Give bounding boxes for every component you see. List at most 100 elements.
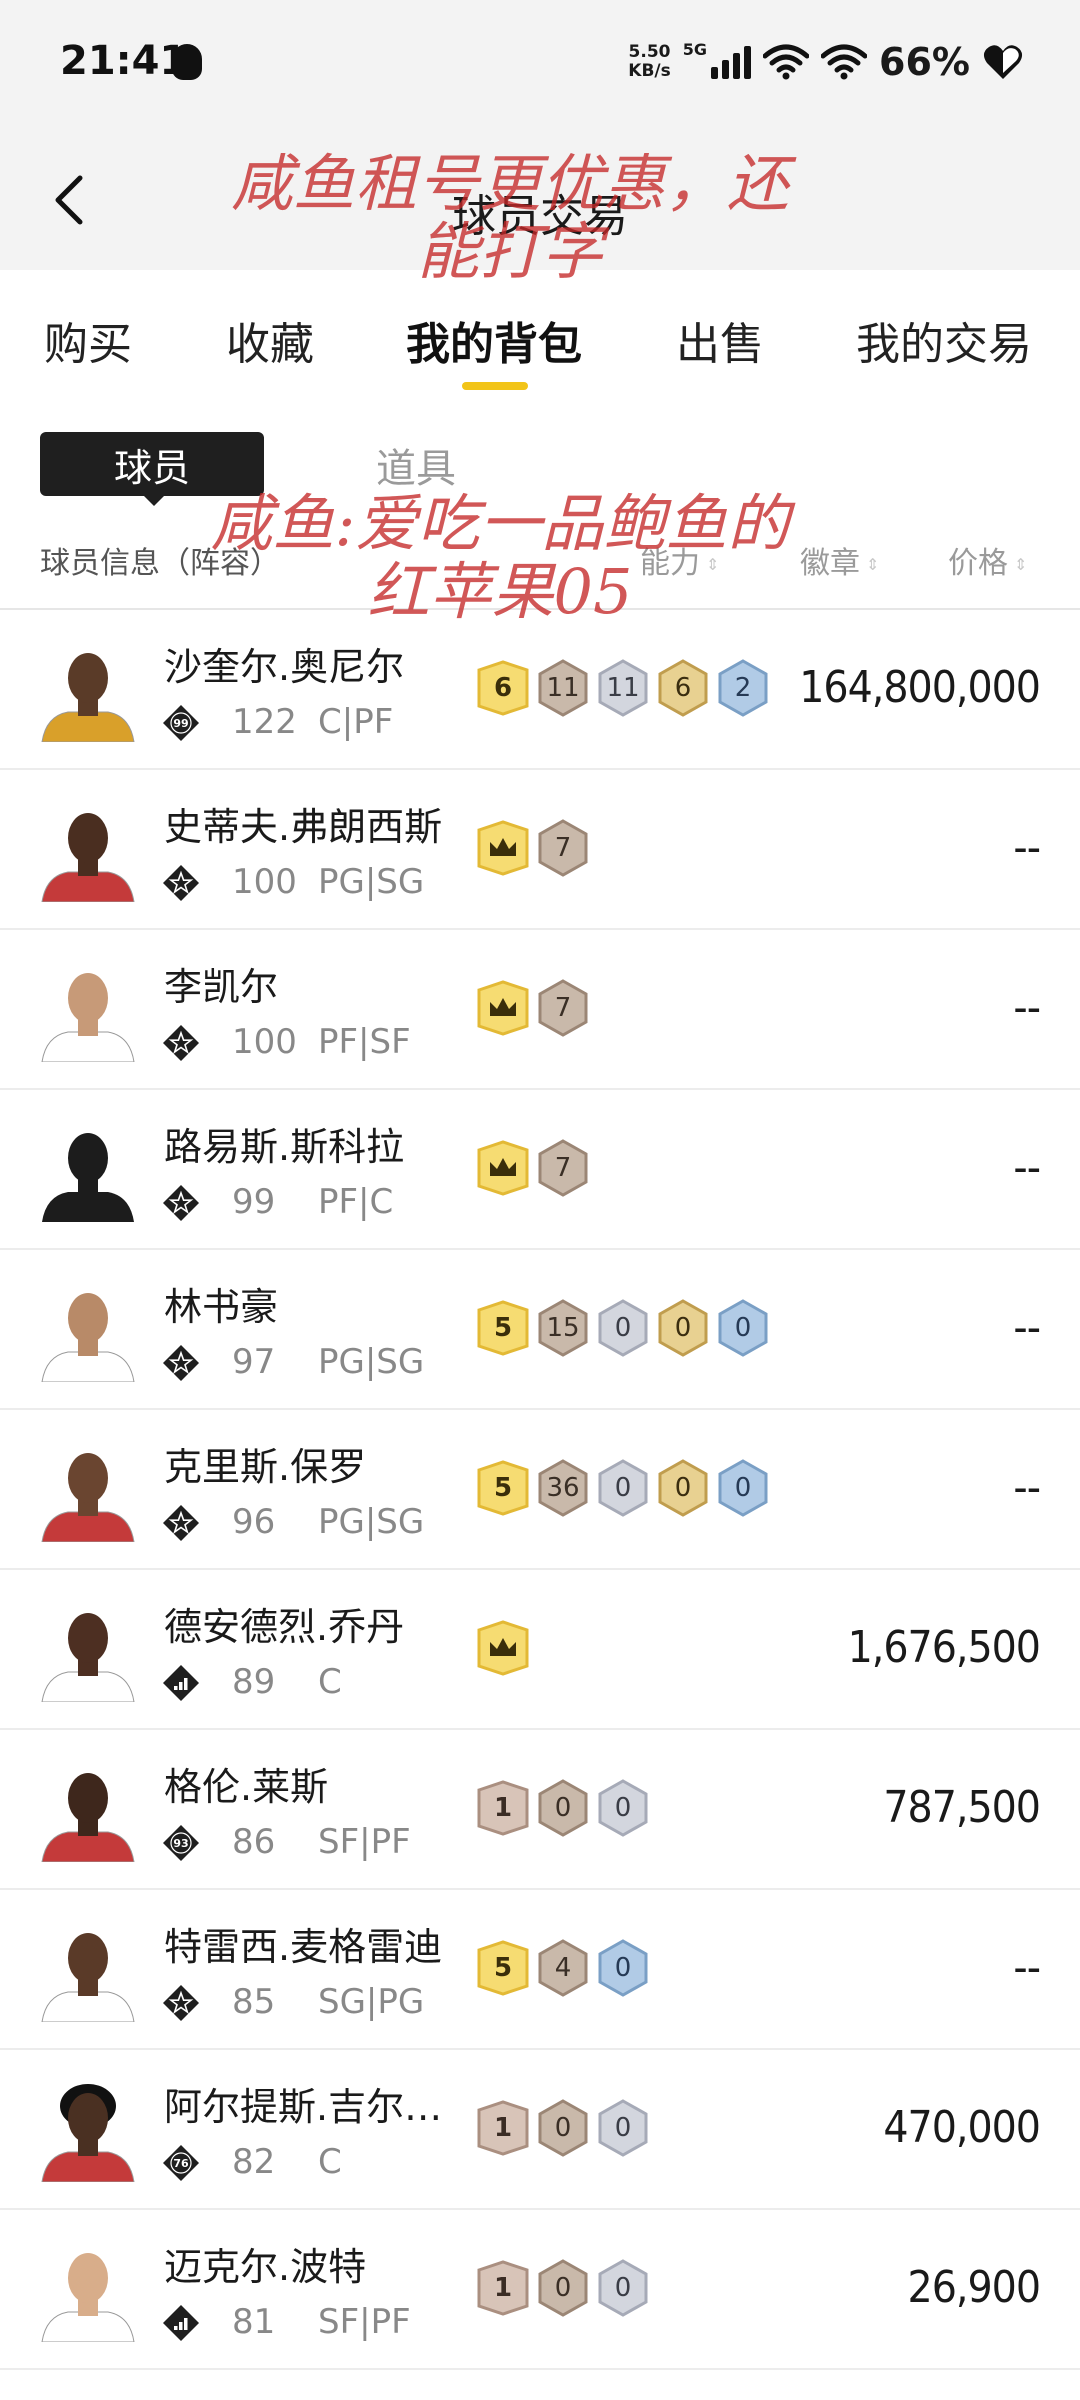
player-avatar <box>41 2253 135 2342</box>
player-row[interactable]: 格伦.莱斯 93 86 SF|PF 1 0 0 787,500 <box>0 1730 1080 1890</box>
player-row[interactable]: 迈克尔.波特 81 SF|PF 1 0 0 26,900 <box>0 2210 1080 2370</box>
battery-level: 66% <box>879 40 970 84</box>
bronze-badge: 7 <box>536 818 590 878</box>
tab-buy[interactable]: 购买 <box>44 308 132 372</box>
player-price: 26,900 <box>907 2262 1041 2313</box>
player-row[interactable]: 李凯尔 100 PF|SF 7 -- <box>0 930 1080 1090</box>
rating-tier-icon: 93 <box>163 1825 199 1861</box>
column-price[interactable]: 价格 ⇕ <box>948 538 1027 582</box>
player-row[interactable]: 史蒂夫.弗朗西斯 100 PG|SG 7 -- <box>0 770 1080 930</box>
gold-badge: 0 <box>656 1298 710 1358</box>
player-price: -- <box>1013 1942 1041 1993</box>
player-price: -- <box>1013 1302 1041 1353</box>
sort-icon: ⇕ <box>706 554 720 574</box>
player-position: PG|SG <box>318 862 425 902</box>
silver-badge: 0 <box>596 1298 650 1358</box>
star-tier-icon <box>163 865 199 901</box>
nav-bar: 球员交易 <box>0 130 1080 270</box>
badge-group <box>476 1618 530 1678</box>
blue-badge: 0 <box>716 1298 770 1358</box>
tier-rating-text: 99 <box>173 717 188 730</box>
player-row[interactable]: 沙奎尔.奥尼尔 99 122 C|PF 6 11 11 6 2 164,800,000 <box>0 610 1080 770</box>
column-ability[interactable]: 能力 ⇕ <box>640 538 719 582</box>
segment-pointer <box>142 494 166 506</box>
blue-badge: 0 <box>716 1458 770 1518</box>
sort-icon: ⇕ <box>1014 554 1028 574</box>
bars-tier-icon <box>163 1665 199 1701</box>
player-name: 史蒂夫.弗朗西斯 <box>164 805 443 849</box>
player-avatar <box>41 1453 135 1542</box>
segment-players[interactable]: 球员 <box>40 432 264 496</box>
rose-badge: 1 <box>476 1778 530 1838</box>
silver-badge: 0 <box>596 1778 650 1838</box>
segment-items[interactable]: 道具 <box>376 436 456 494</box>
player-row[interactable]: 克里斯.保罗 96 PG|SG 5 36 0 0 0 -- <box>0 1410 1080 1570</box>
player-name: 林书豪 <box>164 1285 279 1329</box>
player-name: 克里斯.保罗 <box>164 1445 367 1489</box>
badge-group: 6 11 11 6 2 <box>476 658 770 718</box>
heart-battery-icon <box>983 45 1023 79</box>
crown-badge-icon <box>476 978 530 1038</box>
badge-group: 7 <box>476 818 590 878</box>
player-overall: 86 <box>232 1822 276 1862</box>
player-row[interactable]: 林书豪 97 PG|SG 5 15 0 0 0 -- <box>0 1250 1080 1410</box>
silver-badge: 0 <box>596 2258 650 2318</box>
column-player-info: 球员信息（阵容） <box>40 546 280 581</box>
player-row[interactable]: 路易斯.斯科拉 99 PF|C 7 -- <box>0 1090 1080 1250</box>
badge-group: 100 <box>476 1778 650 1838</box>
network-speed: 5.50 KB/s <box>628 43 670 81</box>
player-row[interactable]: 德安德烈.乔丹 89 C 1,676,500 <box>0 1570 1080 1730</box>
badge-group: 5 36 0 0 0 <box>476 1458 770 1518</box>
player-avatar <box>41 973 135 1062</box>
bronze-badge: 0 <box>536 1778 590 1838</box>
blue-badge: 0 <box>596 1938 650 1998</box>
rose-badge: 1 <box>476 2258 530 2318</box>
star-tier-icon <box>163 1985 199 2021</box>
network-type: 5G <box>682 40 708 59</box>
rose-badge: 1 <box>476 2098 530 2158</box>
player-position: PF|C <box>318 1182 394 1222</box>
bronze-badge: 36 <box>536 1458 590 1518</box>
player-name: 阿尔提斯.吉尔… <box>164 2085 443 2129</box>
player-overall: 82 <box>232 2142 276 2182</box>
player-avatar <box>41 1293 135 1382</box>
player-price: -- <box>1013 1462 1041 1513</box>
status-time: 21:41 <box>60 38 188 84</box>
main-tabs: 购买 收藏 我的背包 出售 我的交易 <box>0 270 1080 400</box>
silver-badge: 0 <box>596 1458 650 1518</box>
badge-group: 7 <box>476 978 590 1038</box>
tab-favorites[interactable]: 收藏 <box>226 308 314 372</box>
player-position: C|PF <box>318 702 394 742</box>
player-position: PG|SG <box>318 1342 425 1382</box>
tab-sell[interactable]: 出售 <box>676 308 764 372</box>
player-price: 787,500 <box>883 1782 1041 1833</box>
player-position: C <box>318 1662 342 1702</box>
yellow-badge: 6 <box>476 658 530 718</box>
player-price: -- <box>1013 822 1041 873</box>
tier-rating-text: 93 <box>173 1837 188 1850</box>
player-name: 迈克尔.波特 <box>164 2245 367 2289</box>
player-avatar <box>42 1133 134 1222</box>
player-overall: 97 <box>232 1342 276 1382</box>
player-overall: 81 <box>232 2302 276 2342</box>
tier-rating-text: 76 <box>173 2157 189 2170</box>
player-position: PF|SF <box>318 1022 411 1062</box>
player-overall: 122 <box>232 702 297 742</box>
player-row[interactable]: 阿尔提斯.吉尔… 76 82 C 1 0 0 470,000 <box>0 2050 1080 2210</box>
player-overall: 100 <box>232 1022 297 1062</box>
bronze-badge: 7 <box>536 1138 590 1198</box>
player-position: SG|PG <box>318 1982 425 2022</box>
badge-group: 100 <box>476 2098 650 2158</box>
active-tab-indicator <box>462 382 528 390</box>
tab-my-backpack[interactable]: 我的背包 <box>406 308 582 372</box>
column-badges[interactable]: 徽章 ⇕ <box>800 538 879 582</box>
player-overall: 96 <box>232 1502 276 1542</box>
player-price: 470,000 <box>883 2102 1041 2153</box>
player-overall: 89 <box>232 1662 276 1702</box>
player-row[interactable]: 特雷西.麦格雷迪 85 SG|PG 5 4 0 -- <box>0 1890 1080 2050</box>
star-tier-icon <box>163 1025 199 1061</box>
silver-badge: 0 <box>596 2098 650 2158</box>
player-position: PG|SG <box>318 1502 425 1542</box>
player-name: 沙奎尔.奥尼尔 <box>164 645 405 689</box>
tab-my-trades[interactable]: 我的交易 <box>856 308 1032 372</box>
